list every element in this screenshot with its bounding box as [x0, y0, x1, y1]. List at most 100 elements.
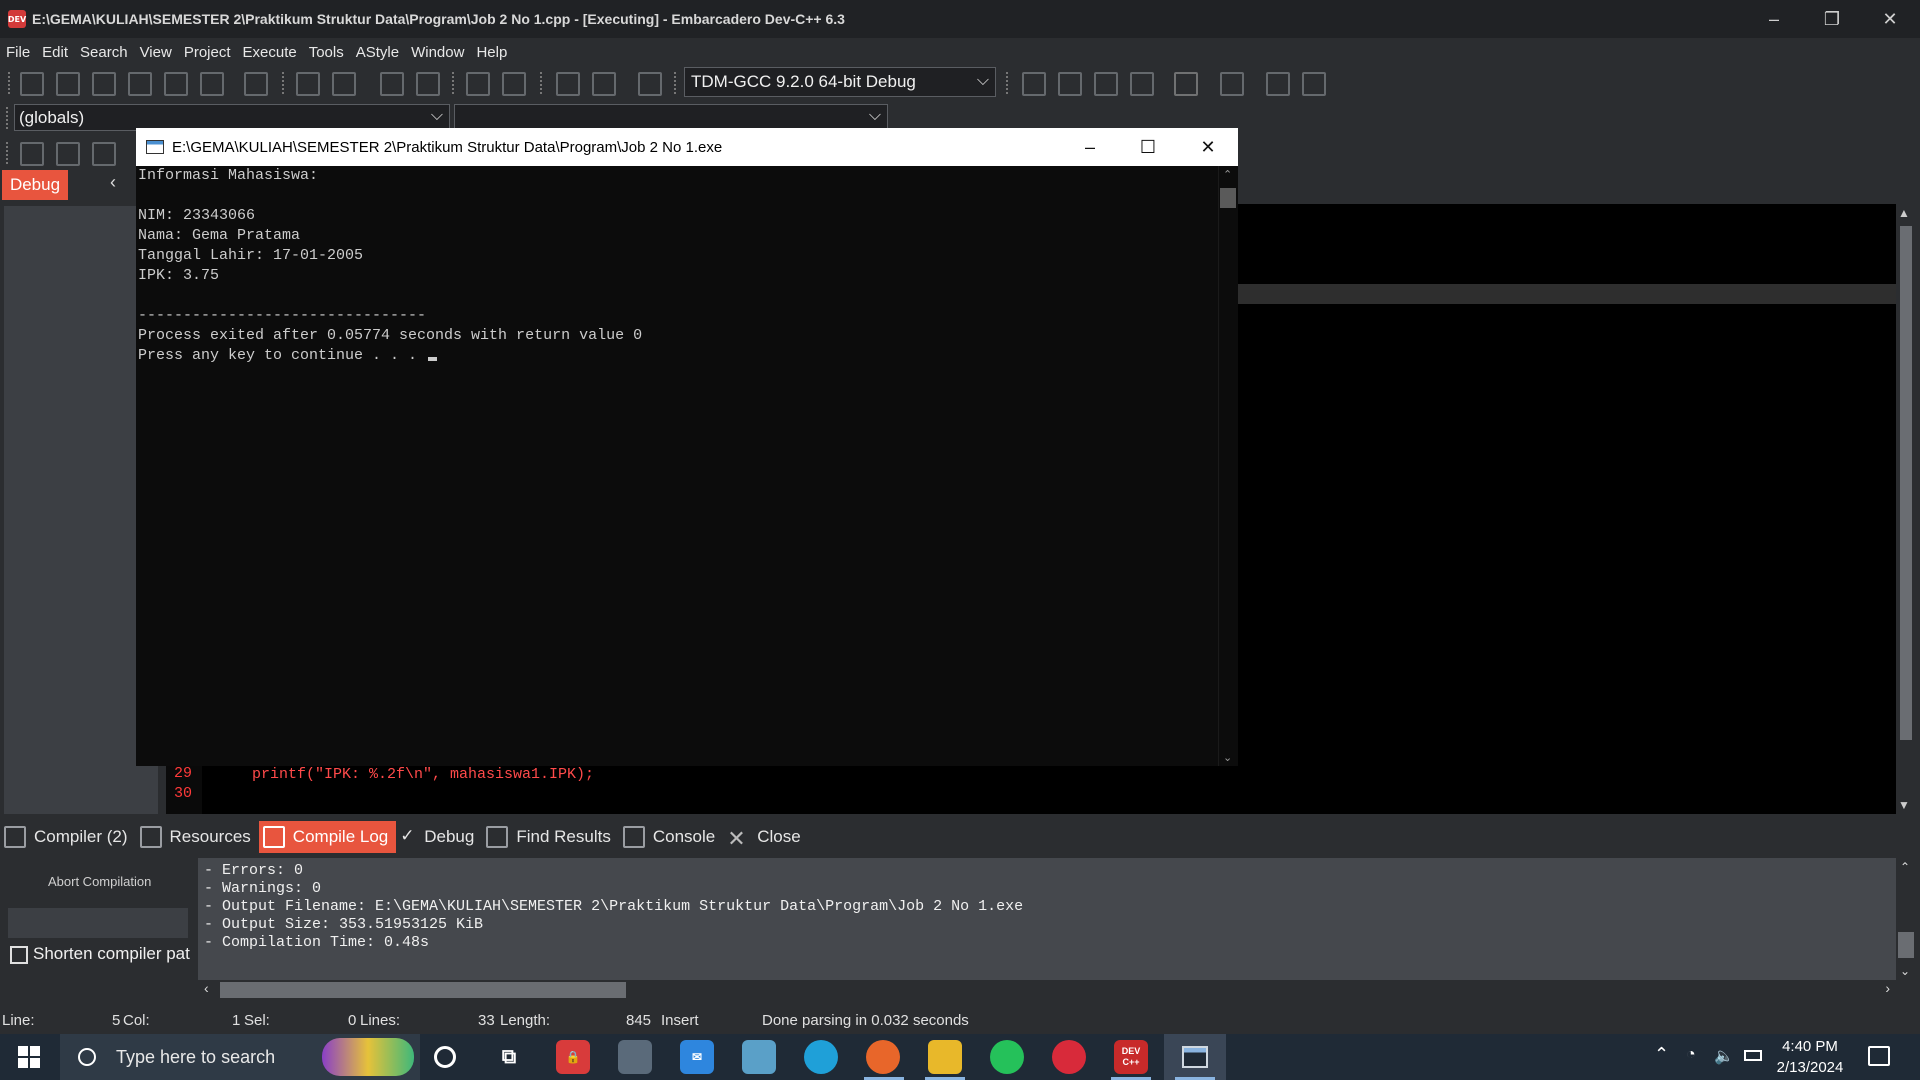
red-app-icon[interactable]	[1052, 1040, 1086, 1074]
minimize-button[interactable]: –	[1744, 0, 1804, 38]
new-file-icon[interactable]	[20, 72, 44, 96]
profile-icon[interactable]	[1266, 72, 1290, 96]
indent-icon[interactable]	[380, 72, 404, 96]
bookmark-icon[interactable]	[56, 142, 80, 166]
menu-search[interactable]: Search	[74, 44, 134, 61]
open-file-icon[interactable]	[56, 72, 80, 96]
close-all-icon[interactable]	[200, 72, 224, 96]
taskbar-clock[interactable]: 4:40 PM 2/13/2024	[1760, 1036, 1860, 1078]
file-explorer-icon[interactable]	[928, 1040, 962, 1074]
mail-icon[interactable]: ✉	[680, 1040, 714, 1074]
scroll-down-icon[interactable]: ▼	[1898, 798, 1910, 812]
scroll-right-icon[interactable]: ›	[1885, 980, 1890, 996]
replace-icon[interactable]	[332, 72, 356, 96]
compile-icon[interactable]	[1022, 72, 1046, 96]
unindent-icon[interactable]	[416, 72, 440, 96]
menu-window[interactable]: Window	[405, 44, 470, 61]
taskbar-search-box[interactable]: Type here to search	[60, 1034, 420, 1080]
console-output[interactable]: Informasi Mahasiswa: NIM: 23343066 Nama:…	[136, 166, 1238, 766]
scroll-up-icon[interactable]: ▲	[1898, 206, 1910, 220]
firefox-icon[interactable]	[866, 1040, 900, 1074]
find-icon[interactable]	[296, 72, 320, 96]
tab-compiler[interactable]: Compiler (2)	[0, 821, 136, 853]
syntax-check-icon[interactable]	[1174, 72, 1198, 96]
show-hidden-icons-icon[interactable]: ⌃	[1654, 1044, 1669, 1065]
devcpp-taskbar-icon[interactable]: DEV C++	[1114, 1040, 1148, 1074]
toolbar-grip[interactable]	[8, 72, 10, 94]
menu-edit[interactable]: Edit	[36, 44, 74, 61]
tab-resources[interactable]: Resources	[136, 821, 259, 853]
run-icon[interactable]	[1058, 72, 1082, 96]
abort-compilation-button[interactable]: Abort Compilation	[48, 874, 151, 889]
close-file-icon[interactable]	[164, 72, 188, 96]
print-icon[interactable]	[244, 72, 268, 96]
tab-debug[interactable]: Debug	[2, 170, 68, 200]
scrollbar-thumb[interactable]	[1220, 188, 1236, 208]
comment-icon[interactable]	[638, 72, 662, 96]
menu-view[interactable]: View	[134, 44, 178, 61]
wifi-icon[interactable]: ◔	[1686, 1046, 1696, 1064]
new-project-icon[interactable]	[556, 72, 580, 96]
start-button[interactable]	[0, 1034, 58, 1080]
undo-icon[interactable]	[466, 72, 490, 96]
scrollbar-thumb[interactable]	[220, 982, 626, 998]
menu-project[interactable]: Project	[178, 44, 237, 61]
toolbar-grip[interactable]	[6, 142, 8, 164]
remove-from-project-icon[interactable]	[592, 72, 616, 96]
menu-help[interactable]: Help	[470, 44, 513, 61]
collapse-panel-icon[interactable]: ‹	[110, 172, 116, 193]
snipping-tool-icon[interactable]	[618, 1040, 652, 1074]
compiler-select[interactable]: TDM-GCC 9.2.0 64-bit Debug ⌵	[684, 67, 996, 97]
notepad-icon[interactable]	[742, 1040, 776, 1074]
console-scrollbar[interactable]: ⌃ ⌄	[1218, 166, 1238, 766]
menu-tools[interactable]: Tools	[303, 44, 350, 61]
tab-console[interactable]: Console	[619, 821, 723, 853]
shorten-paths-label[interactable]: Shorten compiler paths	[33, 944, 191, 964]
scroll-left-icon[interactable]: ‹	[204, 980, 209, 996]
cortana-icon[interactable]	[434, 1046, 456, 1068]
menu-astyle[interactable]: AStyle	[350, 44, 405, 61]
scrollbar-thumb[interactable]	[1900, 226, 1912, 740]
notifications-icon[interactable]	[1868, 1046, 1890, 1066]
redo-icon[interactable]	[502, 72, 526, 96]
delete-profile-icon[interactable]	[1302, 72, 1326, 96]
menu-execute[interactable]: Execute	[237, 44, 303, 61]
scroll-down-icon[interactable]: ⌄	[1223, 751, 1232, 764]
restore-button[interactable]: ❐	[1802, 0, 1862, 38]
toolbar-grip[interactable]	[6, 107, 8, 129]
console-window-icon	[146, 140, 164, 154]
scrollbar-thumb[interactable]	[1898, 932, 1914, 958]
tab-close[interactable]: ✕ Close	[723, 821, 808, 853]
status-line-value: 5	[112, 1012, 121, 1029]
task-view-icon[interactable]: ⧉	[492, 1040, 526, 1074]
class-scope-select[interactable]: (globals) ⌵	[14, 104, 450, 131]
edge-icon[interactable]	[804, 1040, 838, 1074]
goto-bookmark-icon[interactable]	[92, 142, 116, 166]
tab-find-results[interactable]: Find Results	[482, 821, 618, 853]
compile-run-icon[interactable]	[1094, 72, 1118, 96]
tab-compile-log[interactable]: Compile Log	[258, 821, 397, 853]
save-icon[interactable]	[92, 72, 116, 96]
lock-app-icon[interactable]: 🔒	[556, 1040, 590, 1074]
console-minimize-button[interactable]: –	[1062, 128, 1118, 166]
volume-icon[interactable]: 🔈	[1714, 1046, 1734, 1066]
console-maximize-button[interactable]: ☐	[1120, 128, 1176, 166]
compile-log-output[interactable]: - Errors: 0 - Warnings: 0 - Output Filen…	[198, 858, 1896, 980]
whatsapp-icon[interactable]	[990, 1040, 1024, 1074]
stop-execution-icon[interactable]	[1220, 72, 1244, 96]
scroll-down-icon[interactable]: ⌄	[1900, 964, 1910, 978]
log-vertical-scrollbar[interactable]: ⌃ ⌄	[1896, 858, 1916, 980]
console-close-button[interactable]: ✕	[1180, 128, 1236, 166]
save-all-icon[interactable]	[128, 72, 152, 96]
menu-file[interactable]: File	[0, 44, 36, 61]
shorten-paths-checkbox[interactable]	[10, 946, 28, 964]
editor-scrollbar[interactable]: ▲ ▼	[1896, 204, 1916, 814]
scroll-up-icon[interactable]: ⌃	[1223, 168, 1232, 181]
toggle-bookmark-icon[interactable]	[20, 142, 44, 166]
close-button[interactable]: ✕	[1860, 0, 1920, 38]
rebuild-all-icon[interactable]	[1130, 72, 1154, 96]
console-taskbar-button[interactable]	[1164, 1034, 1226, 1080]
scroll-up-icon[interactable]: ⌃	[1900, 860, 1910, 874]
tab-debug-output[interactable]: ✓ Debug	[396, 821, 482, 853]
member-select[interactable]: ⌵	[454, 104, 888, 131]
